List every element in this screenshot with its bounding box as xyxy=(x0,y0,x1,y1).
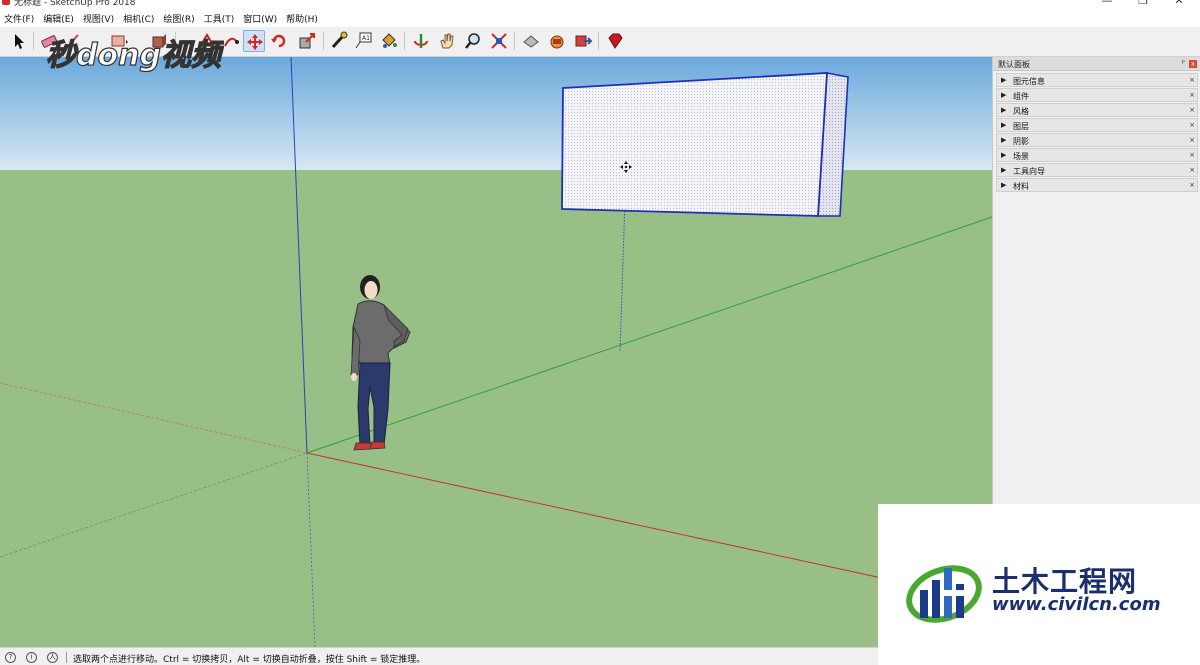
scale-tool-button[interactable] xyxy=(296,30,318,52)
tray-panel-layers[interactable]: ▶ 图层 × xyxy=(996,118,1198,132)
status-hint-text: 选取两个点进行移动。Ctrl = 切换拷贝，Alt = 切换自动折叠，按住 Sh… xyxy=(73,655,426,665)
menu-draw[interactable]: 绘图(R) xyxy=(163,12,194,25)
tray-header: 默认面板 ᵖ x xyxy=(993,57,1200,71)
tray-panel-styles[interactable]: ▶ 风格 × xyxy=(996,103,1198,117)
tray-panel-label: 风格 xyxy=(1013,107,1029,116)
send-to-layout-icon xyxy=(575,35,593,47)
credits-icon[interactable]: i xyxy=(26,652,37,663)
sketchup-app-icon xyxy=(2,0,10,5)
tray-panel-components[interactable]: ▶ 组件 × xyxy=(996,88,1198,102)
menu-tools[interactable]: 工具(T) xyxy=(204,12,235,25)
select-icon xyxy=(15,34,24,49)
3d-warehouse-icon xyxy=(523,35,539,48)
rotate-icon xyxy=(271,34,286,48)
user-icon[interactable]: 人 xyxy=(47,652,58,663)
tray-panel-label: 工具向导 xyxy=(1013,167,1045,176)
extension-warehouse-icon xyxy=(550,35,564,49)
orbit-icon xyxy=(414,34,428,48)
title-bar: 无标题 - SketchUp Pro 2018 — ❐ ✕ xyxy=(0,0,1200,9)
scale-icon xyxy=(299,33,315,49)
tape-measure-icon xyxy=(331,31,348,49)
status-divider xyxy=(66,652,67,663)
text-icon: A1 xyxy=(355,32,372,49)
tray-panel-label: 材料 xyxy=(1013,182,1029,191)
tray-panel-label: 组件 xyxy=(1013,92,1029,101)
pan-icon xyxy=(440,33,454,49)
box-front-face[interactable] xyxy=(561,72,828,217)
svg-text:秒dong视频: 秒dong视频 xyxy=(46,38,224,73)
ruby-console-icon xyxy=(608,33,623,49)
tray-panel-scenes[interactable]: ▶ 场景 × xyxy=(996,148,1198,162)
pin-icon[interactable]: ᵖ xyxy=(1182,58,1185,67)
paint-bucket-icon xyxy=(382,33,397,48)
civilcn-logo-icon xyxy=(906,565,982,623)
menu-view[interactable]: 视图(V) xyxy=(83,12,114,25)
text-tool-button[interactable]: A1 xyxy=(352,30,374,52)
civilcn-url: www.civilcn.com xyxy=(992,594,1161,615)
menu-camera[interactable]: 相机(C) xyxy=(123,12,154,25)
expand-arrow-icon: ▶ xyxy=(1001,136,1007,144)
move-tool-button[interactable] xyxy=(243,30,265,52)
miaodong-logo: 秒dong视频 xyxy=(44,31,227,77)
tray-panel-list: ▶ 图元信息 × ▶ 组件 × ▶ 风格 × ▶ 图层 × ▶ 阴影 × ▶ 场… xyxy=(993,71,1200,192)
tray-panel-materials[interactable]: ▶ 材料 × xyxy=(996,178,1198,192)
tray-panel-entity-info[interactable]: ▶ 图元信息 × xyxy=(996,73,1198,87)
civilcn-watermark: 土木工程网 www.civilcn.com xyxy=(878,504,1200,665)
3d-warehouse-button[interactable] xyxy=(520,30,542,52)
tray-panel-label: 图层 xyxy=(1013,122,1029,131)
zoom-extents-icon xyxy=(491,33,507,49)
expand-arrow-icon: ▶ xyxy=(1001,121,1007,129)
viewport-canvas[interactable] xyxy=(0,57,992,647)
geo-location-icon[interactable]: ? xyxy=(5,652,16,663)
zoom-extents-tool-button[interactable] xyxy=(488,30,510,52)
menu-bar: 文件(F) 编辑(E) 视图(V) 相机(C) 绘图(R) 工具(T) 窗口(W… xyxy=(0,9,1200,27)
expand-arrow-icon: ▶ xyxy=(1001,166,1007,174)
zoom-icon xyxy=(465,33,480,49)
panel-close-icon[interactable]: × xyxy=(1189,151,1195,159)
rotate-tool-button[interactable] xyxy=(268,30,290,52)
paint-bucket-tool-button[interactable] xyxy=(378,30,400,52)
tray-panel-shadows[interactable]: ▶ 阴影 × xyxy=(996,133,1198,147)
expand-arrow-icon: ▶ xyxy=(1001,76,1007,84)
tray-panel-label: 场景 xyxy=(1013,152,1029,161)
menu-help[interactable]: 帮助(H) xyxy=(286,12,318,25)
panel-close-icon[interactable]: × xyxy=(1189,121,1195,129)
panel-close-icon[interactable]: × xyxy=(1189,136,1195,144)
restore-button[interactable]: ❐ xyxy=(1128,0,1158,8)
minimize-button[interactable]: — xyxy=(1092,0,1122,8)
orbit-tool-button[interactable] xyxy=(410,30,432,52)
expand-arrow-icon: ▶ xyxy=(1001,91,1007,99)
tray-panel-label: 图元信息 xyxy=(1013,77,1045,86)
expand-arrow-icon: ▶ xyxy=(1001,151,1007,159)
menu-edit[interactable]: 编辑(E) xyxy=(43,12,74,25)
tape-measure-tool-button[interactable] xyxy=(328,30,350,52)
zoom-tool-button[interactable] xyxy=(462,30,484,52)
svg-text:A1: A1 xyxy=(362,35,370,42)
tray-panel-instructor[interactable]: ▶ 工具向导 × xyxy=(996,163,1198,177)
select-tool-button[interactable] xyxy=(8,30,30,52)
panel-close-icon[interactable]: × xyxy=(1189,166,1195,174)
send-to-layout-button[interactable] xyxy=(572,30,594,52)
model-viewport[interactable] xyxy=(0,57,992,647)
panel-close-icon[interactable]: × xyxy=(1189,91,1195,99)
ground xyxy=(0,170,992,647)
move-icon xyxy=(247,34,263,50)
menu-file[interactable]: 文件(F) xyxy=(4,12,34,25)
expand-arrow-icon: ▶ xyxy=(1001,181,1007,189)
menu-window[interactable]: 窗口(W) xyxy=(243,12,277,25)
extension-warehouse-button[interactable] xyxy=(546,30,568,52)
close-button[interactable]: ✕ xyxy=(1164,0,1194,8)
window-title: 无标题 - SketchUp Pro 2018 xyxy=(14,0,136,8)
panel-close-icon[interactable]: × xyxy=(1189,76,1195,84)
panel-close-icon[interactable]: × xyxy=(1189,106,1195,114)
tray-title: 默认面板 xyxy=(998,60,1030,69)
expand-arrow-icon: ▶ xyxy=(1001,106,1007,114)
panel-close-icon[interactable]: × xyxy=(1189,181,1195,189)
pan-tool-button[interactable] xyxy=(436,30,458,52)
ruby-console-button[interactable] xyxy=(604,30,626,52)
tray-close-button[interactable]: x xyxy=(1189,60,1197,68)
box-geometry[interactable] xyxy=(561,72,849,217)
tray-panel-label: 阴影 xyxy=(1013,137,1029,146)
